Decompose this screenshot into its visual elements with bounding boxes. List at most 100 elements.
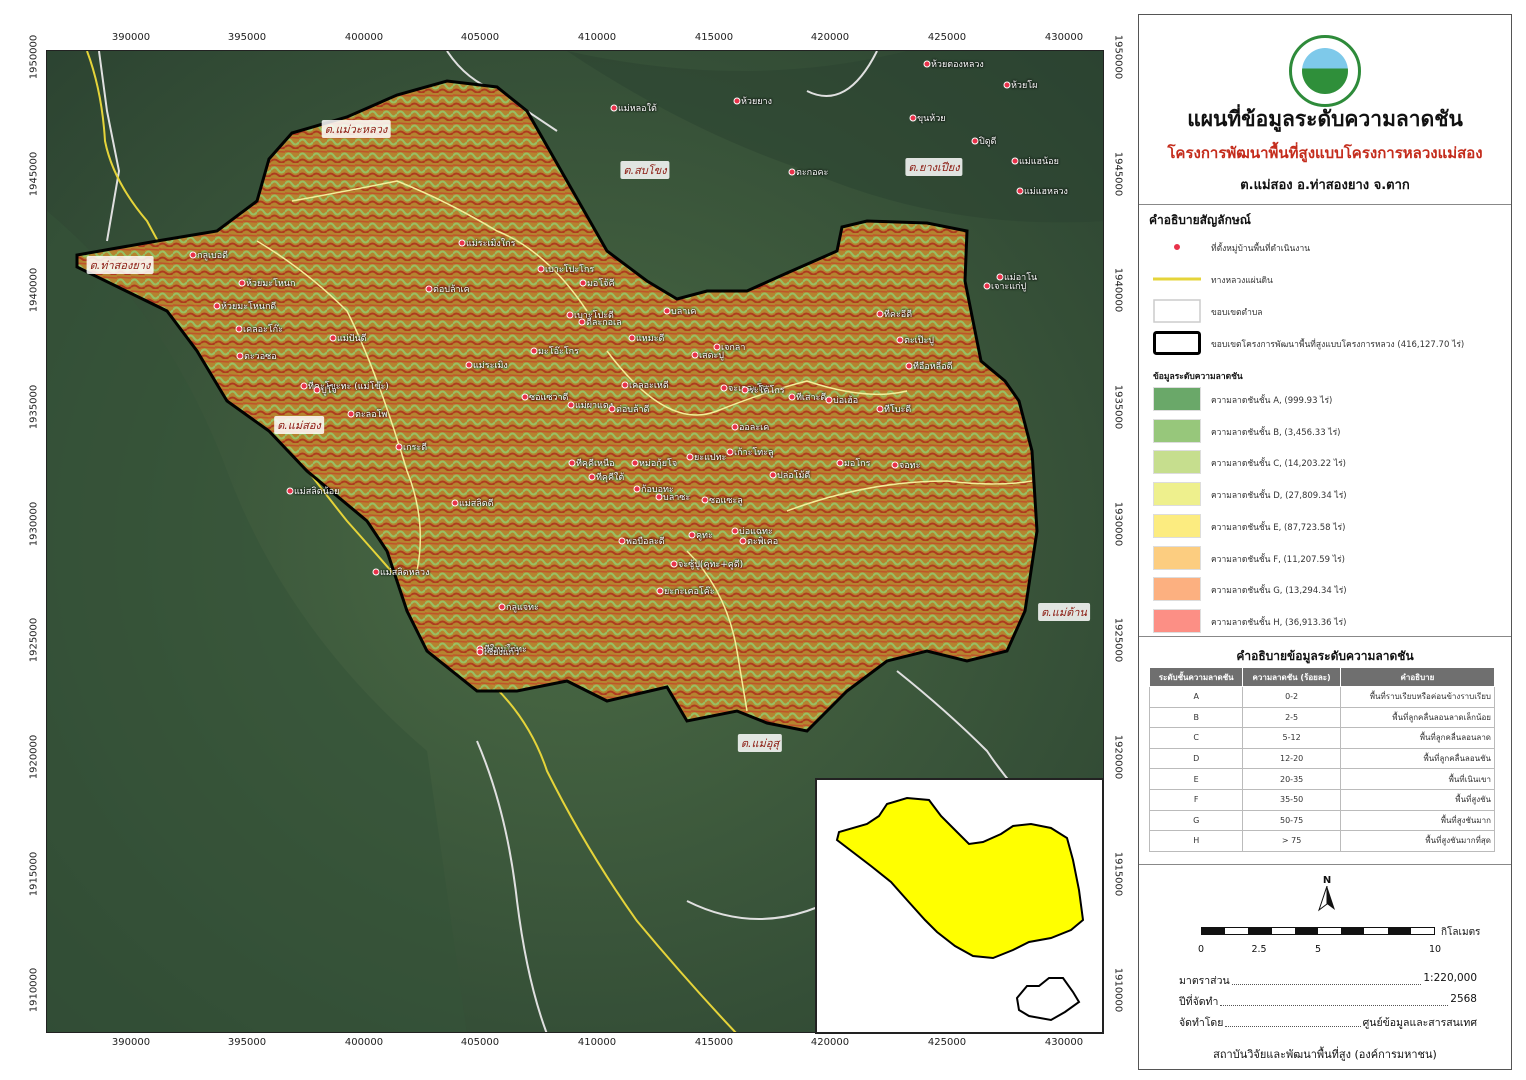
village-label: ทีคะอีดี (884, 310, 913, 320)
village-marker-icon[interactable] (451, 499, 459, 507)
village-marker-icon[interactable] (286, 487, 294, 495)
village-marker-icon[interactable] (739, 537, 747, 545)
map-location: ต.แม่สอง อ.ท่าสองยาง จ.ตาก (1240, 178, 1410, 193)
village-marker-icon[interactable] (235, 325, 243, 333)
village-marker-icon[interactable] (300, 382, 308, 390)
village-marker-icon[interactable] (530, 347, 538, 355)
y-tick-label: 1935000 (1112, 384, 1124, 430)
village-marker-icon[interactable] (983, 282, 991, 290)
x-tick-label: 390000 (111, 32, 151, 43)
village-marker-icon[interactable] (236, 352, 244, 360)
x-tick-label: 400000 (344, 32, 384, 43)
village-marker-icon[interactable] (618, 537, 626, 545)
village-marker-icon[interactable] (213, 302, 221, 310)
info-row: จัดทำโดย ศูนย์ข้อมูลและสารสนเทศ (1179, 1014, 1477, 1031)
village-marker-icon[interactable] (836, 459, 844, 467)
village-marker-icon[interactable] (788, 393, 796, 401)
scale-tick-label: 2.5 (1251, 944, 1267, 955)
village-marker-icon[interactable] (663, 307, 671, 315)
village-marker-icon[interactable] (896, 336, 904, 344)
village-marker-icon[interactable] (610, 104, 618, 112)
village-label: บ่อเฮ้อ (833, 396, 859, 406)
village-marker-icon[interactable] (1003, 81, 1011, 89)
y-tick-label: 1940000 (28, 267, 40, 313)
table-cell: พื้นที่ลูกคลื่นลอนลาด (1339, 727, 1496, 749)
table-cell: H (1148, 830, 1244, 852)
village-marker-icon[interactable] (788, 168, 796, 176)
village-marker-icon[interactable] (741, 386, 749, 394)
village-label: ออละเค (739, 423, 770, 433)
slope-table-column-header: ระดับชั้นความลาดชัน (1148, 667, 1244, 687)
village-label: เกระดี (403, 443, 428, 453)
village-marker-icon[interactable] (579, 279, 587, 287)
village-marker-icon[interactable] (567, 401, 575, 409)
table-cell: พื้นที่ลูกคลื่นลอนลาดเล็กน้อย (1339, 706, 1496, 729)
village-marker-icon[interactable] (701, 496, 709, 504)
village-marker-icon[interactable] (631, 459, 639, 467)
village-marker-icon[interactable] (476, 648, 484, 656)
village-marker-icon[interactable] (537, 265, 545, 273)
village-marker-icon[interactable] (1011, 157, 1019, 165)
village-marker-icon[interactable] (726, 448, 734, 456)
y-tick-label: 1945000 (1112, 151, 1124, 197)
village-marker-icon[interactable] (189, 251, 197, 259)
x-tick-label: 400000 (344, 1037, 384, 1048)
village-label: แม่ระเมิง (473, 361, 508, 371)
village-label: ตะพิเคอ (747, 537, 779, 547)
village-marker-icon[interactable] (521, 393, 529, 401)
village-marker-icon[interactable] (876, 310, 884, 318)
village-marker-icon[interactable] (923, 60, 931, 68)
village-marker-icon[interactable] (971, 137, 979, 145)
village-marker-icon[interactable] (731, 527, 739, 535)
village-marker-icon[interactable] (372, 568, 380, 576)
village-label: แหมะดี (636, 334, 665, 344)
village-marker-icon[interactable] (633, 485, 641, 493)
y-tick-label: 1920000 (1112, 734, 1124, 780)
village-marker-icon[interactable] (1016, 187, 1024, 195)
village-marker-icon[interactable] (578, 318, 586, 326)
village-label: แม่หลอใต้ (618, 104, 657, 114)
village-marker-icon[interactable] (566, 311, 574, 319)
hrdi-logo (1289, 35, 1361, 107)
village-marker-icon[interactable] (905, 362, 913, 370)
village-marker-icon[interactable] (238, 279, 246, 287)
inset-overview-shape (1015, 977, 1081, 1022)
village-marker-icon[interactable] (313, 386, 321, 394)
village-marker-icon[interactable] (769, 471, 777, 479)
village-marker-icon[interactable] (891, 461, 899, 469)
village-label: ปล่อโม้ดี (777, 471, 811, 481)
village-marker-icon[interactable] (621, 381, 629, 389)
village-marker-icon[interactable] (876, 405, 884, 413)
village-marker-icon[interactable] (670, 560, 678, 568)
village-marker-icon[interactable] (713, 343, 721, 351)
table-cell: F (1148, 788, 1244, 811)
village-marker-icon[interactable] (731, 423, 739, 431)
village-marker-icon[interactable] (720, 384, 728, 392)
village-marker-icon[interactable] (347, 410, 355, 418)
inset-project-shape (835, 796, 1085, 960)
village-marker-icon[interactable] (909, 114, 917, 122)
village-label: เซียงแก้ว (484, 648, 520, 658)
village-marker-icon[interactable] (425, 285, 433, 293)
village-marker-icon[interactable] (568, 459, 576, 467)
village-marker-icon[interactable] (691, 351, 699, 359)
village-marker-icon[interactable] (655, 493, 663, 501)
village-marker-icon[interactable] (329, 334, 337, 342)
village-marker-icon[interactable] (688, 531, 696, 539)
village-marker-icon[interactable] (686, 453, 694, 461)
village-marker-icon[interactable] (395, 443, 403, 451)
village-marker-icon[interactable] (465, 361, 473, 369)
village-marker-icon[interactable] (733, 97, 741, 105)
table-cell: > 75 (1242, 830, 1341, 852)
village-marker-icon[interactable] (628, 334, 636, 342)
village-marker-icon[interactable] (498, 603, 506, 611)
north-arrow-icon (1318, 885, 1335, 912)
village-marker-icon[interactable] (825, 396, 833, 404)
village-marker-icon[interactable] (656, 587, 664, 595)
village-marker-icon[interactable] (458, 239, 466, 247)
table-cell: E (1148, 768, 1244, 790)
village-marker-icon[interactable] (608, 405, 616, 413)
village-marker-icon[interactable] (588, 473, 596, 481)
legend-section: คำอธิบายสัญลักษณ์ ที่ตั้งหมู่บ้านพื้นที่… (1139, 205, 1511, 637)
table-cell: B (1148, 706, 1244, 729)
